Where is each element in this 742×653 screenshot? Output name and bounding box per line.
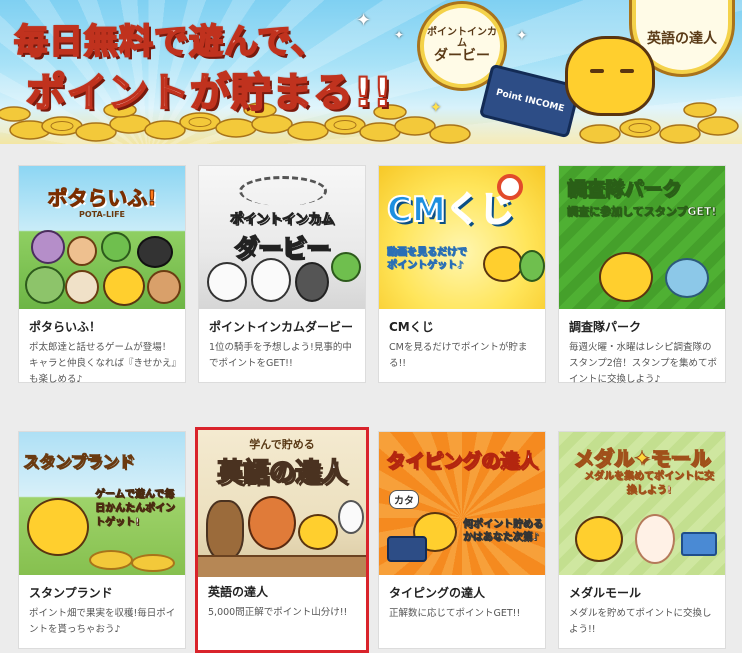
derby-medal-top: ポイントインカム (427, 27, 497, 50)
game-title: 英語の達人 (208, 585, 269, 599)
mascot-icon (565, 36, 655, 116)
thumb-subtitle: メダルを集めてポイントに交換しよう! (584, 471, 715, 497)
game-thumbnail[interactable]: 調査隊パーク 調査に参加してスタンプGET! (559, 166, 725, 309)
character-icon (31, 230, 65, 264)
character-icon (338, 500, 364, 534)
coin-icon (89, 550, 133, 570)
sparkle-icon: ✦ (430, 100, 442, 116)
thumb-title: 英語の達人 (216, 457, 348, 489)
sparkle-icon: ✦ (356, 10, 372, 31)
thumb-subtitle: 何ポイント貯めるかはあなた次第♪ (463, 519, 544, 544)
thumb-title: CMくじ (386, 189, 515, 231)
sparkle-icon: ✦ (516, 28, 528, 44)
thumb-title: スタンプランド (23, 452, 136, 472)
game-description: 毎週火曜・水曜はレシピ調査隊のスタンプ2倍！スタンプを集めてポイントに交換しよう… (569, 342, 717, 385)
banner-title-line2: ポイントが貯まる!! (25, 69, 393, 117)
thumb-subtitle: POTA-LIFE (78, 210, 125, 219)
laptop-label: Point INCOME (494, 87, 566, 115)
target-icon (497, 174, 523, 200)
game-title: タイピングの達人 (389, 586, 486, 600)
mascot-icon (27, 498, 89, 556)
teacher-icon (248, 496, 296, 550)
game-thumbnail[interactable]: スタンプランド ゲームで遊んで毎日かんたんポイントゲット! (19, 432, 185, 575)
mascot-eye-left (590, 69, 604, 73)
horse-icon (207, 262, 247, 302)
game-card-eigo-no-tatsujin[interactable]: 学んで貯める 英語の達人 英語の達人 5,000問正解でポイント山分け!! (195, 427, 369, 653)
game-title: 調査隊パーク (569, 320, 642, 334)
eigo-medal-label: 英語の達人 (647, 31, 717, 48)
thumb-title: タイピングの達人 (385, 450, 538, 473)
mascot-icon (575, 516, 623, 562)
game-thumbnail[interactable]: タイピングの達人 カタ 何ポイント貯めるかはあなた次第♪ (379, 432, 545, 575)
game-thumbnail[interactable]: メダル✦モール メダルを集めてポイントに交換しよう! (559, 432, 725, 575)
character-icon (665, 258, 709, 298)
character-icon (67, 236, 97, 266)
thumb-title: 調査隊パーク (566, 178, 682, 201)
game-thumbnail[interactable]: 学んで貯める 英語の達人 (198, 430, 366, 577)
thumb-title: メダル✦モール (573, 446, 711, 471)
thumb-bubble: カタ (389, 490, 419, 509)
mascot-icon (483, 246, 523, 282)
character-icon (147, 270, 181, 304)
derby-medal-bottom: ダービー (434, 48, 490, 65)
thumb-title-top: ポイントインカム (229, 212, 334, 228)
horse-icon (251, 258, 291, 302)
game-card-chousatai-park[interactable]: 調査隊パーク 調査に参加してスタンプGET! 調査隊パーク 毎週火曜・水曜はレシ… (558, 165, 726, 385)
game-description: メダルを貯めてポイントに交換しよう!! (569, 608, 712, 635)
game-title: ポイントインカムダービー (209, 320, 354, 334)
coin-icon (131, 554, 175, 572)
game-card-cm-kuji[interactable]: CMくじ 動画を見るだけでポイントゲット♪ CMくじ CMを見るだけでポイントが… (378, 165, 546, 383)
game-title: メダルモール (569, 586, 642, 600)
game-title: CMくじ (389, 320, 434, 334)
thumb-subtitle: 調査に参加してスタンプGET! (567, 205, 717, 219)
hero-banner: 毎日無料で遊んで、 ポイントが貯まる!! ポイントインカム ダービー 英語の達人… (0, 0, 742, 144)
character-icon (65, 270, 99, 304)
character-icon (103, 266, 145, 306)
game-title: ポタらいふ！ (29, 320, 102, 334)
character-icon (25, 266, 65, 304)
game-description: CMを見るだけでポイントが貯まる!! (389, 342, 528, 369)
desk (198, 555, 366, 577)
laurel-icon (239, 176, 327, 206)
game-description: ポイント畑で果実を収穫!毎日ポイントを貰っちゃおう♪ (29, 608, 176, 635)
game-description: ポ太郎達と話せるゲームが登場！ キャラと仲良くなれば『きせかえ』も楽しめる♪ (29, 342, 177, 385)
sparkle-icon: ✦ (394, 28, 405, 42)
laptop-icon (387, 536, 427, 562)
game-card-medal-mall[interactable]: メダル✦モール メダルを集めてポイントに交換しよう! メダルモール メダルを貯め… (558, 431, 726, 649)
game-description: 正解数に応じてポイントGET!! (389, 608, 521, 619)
character-icon (331, 252, 361, 282)
game-thumbnail[interactable]: ポタらいふ! POTA-LIFE (19, 166, 185, 309)
mascot-icon (599, 252, 653, 302)
game-card-derby[interactable]: ポイントインカム ダービー ポイントインカムダービー 1位の騎手を予想しよう!見… (198, 165, 366, 383)
character-icon (635, 514, 675, 564)
game-title: スタンプランド (29, 586, 113, 600)
character-icon (101, 232, 131, 262)
game-card-typing-no-tatsujin[interactable]: タイピングの達人 カタ 何ポイント貯めるかはあなた次第♪ タイピングの達人 正解… (378, 431, 546, 649)
laptop-icon (681, 532, 717, 556)
mascot-eye-right (620, 69, 634, 73)
character-icon (137, 236, 173, 268)
banner-title-line1: 毎日無料で遊んで、 (13, 21, 326, 63)
game-thumbnail[interactable]: ポイントインカム ダービー (199, 166, 365, 309)
thumb-subtitle: ゲームで遊んで毎日かんたんポイントゲット! (95, 489, 176, 529)
character-icon (519, 250, 545, 282)
thumb-subtitle: 学んで貯める (249, 438, 315, 451)
horse-icon (295, 262, 329, 302)
thumb-title: ポタらいふ! (47, 186, 157, 211)
thumb-subtitle: 動画を見るだけでポイントゲット♪ (387, 247, 468, 272)
game-description: 1位の騎手を予想しよう!見事的中でポイントをGET!! (209, 342, 352, 369)
game-card-stamp-land[interactable]: スタンプランド ゲームで遊んで毎日かんたんポイントゲット! スタンプランド ポイ… (18, 431, 186, 649)
character-icon (206, 500, 244, 560)
mascot-icon (298, 514, 338, 550)
game-description: 5,000問正解でポイント山分け!! (208, 607, 348, 618)
game-thumbnail[interactable]: CMくじ 動画を見るだけでポイントゲット♪ (379, 166, 545, 309)
game-card-pota-life[interactable]: ポタらいふ! POTA-LIFE ポタらいふ！ ポ太郎達と話せるゲームが登場！ … (18, 165, 186, 385)
